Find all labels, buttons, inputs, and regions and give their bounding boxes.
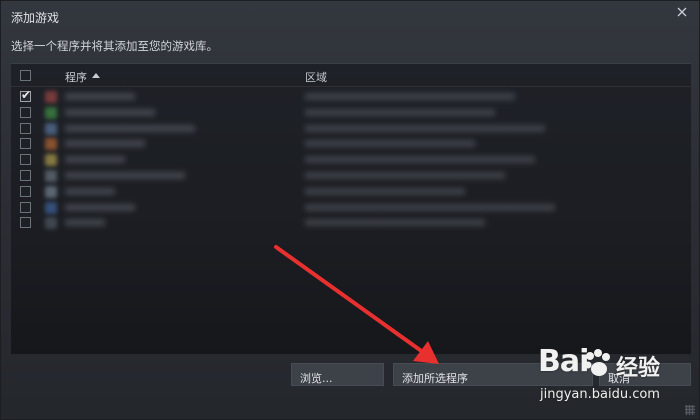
table-row[interactable] [11, 184, 691, 200]
program-icon [45, 91, 57, 103]
column-header-program[interactable]: 程序 [65, 69, 87, 85]
program-icon [45, 185, 57, 198]
program-name-blurred [65, 124, 195, 132]
row-checkbox[interactable] [20, 185, 31, 197]
program-path-blurred [305, 187, 465, 195]
program-path-blurred [305, 108, 495, 116]
program-path-blurred [305, 219, 485, 227]
row-checkbox[interactable] [20, 138, 31, 150]
program-icon [45, 201, 57, 214]
program-name-blurred [65, 187, 115, 195]
table-row[interactable] [11, 105, 691, 121]
instructions-text: 选择一个程序并将其添加至您的游戏库。 [11, 39, 218, 53]
row-checkbox[interactable] [20, 201, 31, 213]
select-all-checkbox[interactable] [20, 70, 31, 81]
program-icon [45, 138, 57, 151]
program-icon [45, 217, 57, 230]
table-row[interactable] [11, 152, 691, 168]
program-icon [45, 106, 57, 119]
watermark-text: 经验 [616, 356, 661, 381]
program-name-blurred [65, 219, 105, 227]
table-row[interactable]: ✔ [11, 89, 691, 105]
table-row[interactable] [11, 121, 691, 137]
row-checkbox[interactable] [20, 170, 31, 181]
table-row[interactable] [11, 136, 691, 152]
row-checkbox[interactable] [20, 106, 31, 118]
program-name-blurred [65, 108, 155, 116]
list-header: 程序 区域 [11, 64, 691, 87]
baidu-jingyan-watermark: Bai 经验 jingyan.baidu.com [538, 344, 698, 410]
program-icon [45, 154, 57, 167]
close-icon[interactable] [673, 3, 691, 21]
table-row[interactable] [11, 200, 691, 216]
program-name-blurred [65, 203, 135, 211]
row-checkbox[interactable] [20, 122, 31, 134]
program-path-blurred [305, 140, 475, 148]
program-list: 程序 区域 ✔ [11, 63, 691, 354]
table-row[interactable] [11, 215, 691, 231]
row-checkbox[interactable]: ✔ [20, 88, 32, 102]
table-row[interactable] [11, 168, 691, 184]
program-name-blurred [65, 140, 145, 148]
program-icon [45, 170, 57, 182]
program-name-blurred [65, 93, 135, 100]
browse-button[interactable]: 浏览... [291, 363, 384, 386]
program-path-blurred [305, 203, 555, 211]
program-path-blurred [305, 93, 515, 100]
program-name-blurred [65, 156, 125, 164]
program-path-blurred [305, 172, 505, 179]
paw-icon [584, 349, 610, 376]
watermark-url: jingyan.baidu.com [540, 387, 660, 402]
program-icon [45, 122, 57, 135]
row-checkbox[interactable] [20, 217, 31, 229]
sort-ascending-icon [92, 73, 100, 78]
program-path-blurred [305, 156, 535, 164]
program-path-blurred [305, 124, 545, 132]
program-name-blurred [65, 172, 185, 179]
dialog-title: 添加游戏 [11, 11, 60, 25]
watermark-logo: Bai [538, 344, 589, 379]
checkmark-icon: ✔ [21, 88, 32, 102]
column-header-region[interactable]: 区域 [305, 69, 327, 85]
row-checkbox[interactable] [20, 154, 31, 166]
